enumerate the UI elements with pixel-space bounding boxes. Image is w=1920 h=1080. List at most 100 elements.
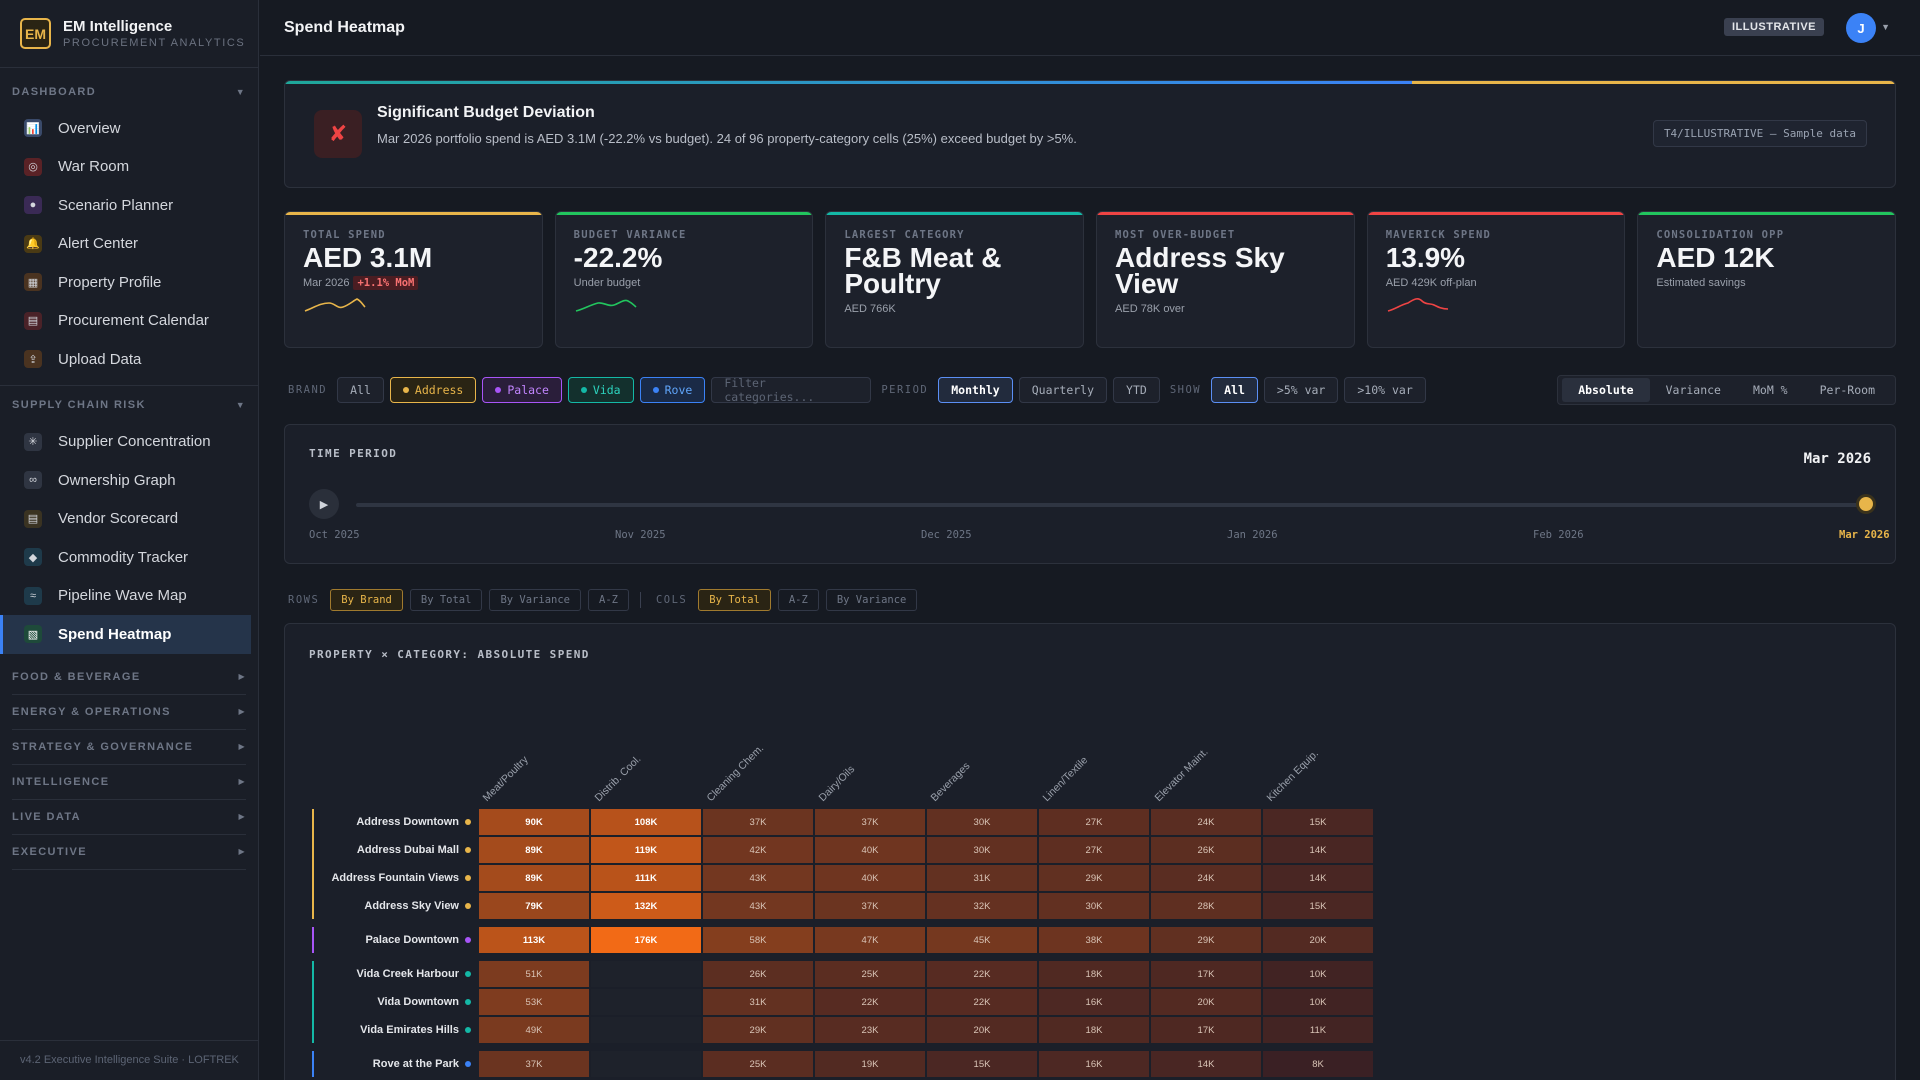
timeline-tick[interactable]: Nov 2025 — [615, 529, 666, 541]
heatmap-cell[interactable]: 58K — [703, 927, 813, 953]
heatmap-cell[interactable]: 10K — [1263, 989, 1373, 1015]
heatmap-cell[interactable]: 30K — [927, 837, 1037, 863]
brand-filter-rove[interactable]: Rove — [639, 377, 706, 403]
heatmap-cell[interactable]: 15K — [1263, 893, 1373, 919]
heatmap-cell[interactable]: 30K — [927, 809, 1037, 835]
sidebar-item-procurement-calendar[interactable]: ▤ Procurement Calendar — [0, 302, 258, 341]
heatmap-cell[interactable]: 79K — [479, 893, 589, 919]
heatmap-cell[interactable]: 47K — [815, 927, 925, 953]
section-food-beverage[interactable]: FOOD & BEVERAGE ▶ — [12, 660, 246, 695]
view-mode-per-room[interactable]: Per-Room — [1804, 378, 1891, 402]
heatmap-cell[interactable]: 17K — [1151, 961, 1261, 987]
heatmap-cell[interactable] — [591, 961, 701, 987]
heatmap-cell[interactable]: 119K — [591, 837, 701, 863]
cols-sort-1[interactable]: A-Z — [777, 589, 819, 611]
category-filter-input[interactable]: Filter categories... — [711, 376, 872, 404]
rows-sort-0[interactable]: By Brand — [330, 589, 403, 611]
brand-filter-vida[interactable]: Vida — [567, 377, 634, 403]
timeline-slider-track[interactable] — [356, 503, 1868, 507]
heatmap-cell[interactable]: 14K — [1263, 865, 1373, 891]
heatmap-cell[interactable]: 27K — [1039, 837, 1149, 863]
show-filter-0[interactable]: All — [1211, 377, 1258, 403]
heatmap-cell[interactable]: 37K — [479, 1051, 589, 1077]
timeline-tick[interactable]: Oct 2025 — [309, 529, 360, 541]
sidebar-item-commodity-tracker[interactable]: ◆ Commodity Tracker — [0, 538, 258, 577]
row-label[interactable]: Address Downtown — [321, 809, 471, 835]
sidebar-item-scenario-planner[interactable]: ● Scenario Planner — [0, 186, 258, 225]
heatmap-cell[interactable]: 29K — [703, 1017, 813, 1043]
kpi-card-largest-category[interactable]: LARGEST CATEGORY F&B Meat & Poultry AED 76… — [825, 211, 1085, 348]
kpi-card-total-spend[interactable]: TOTAL SPEND AED 3.1M Mar 2026 +1.1% MoM — [284, 211, 543, 348]
heatmap-cell[interactable] — [591, 1017, 701, 1043]
heatmap-cell[interactable]: 23K — [815, 1017, 925, 1043]
sidebar-item-supplier-concentration[interactable]: ✳ Supplier Concentration — [0, 423, 258, 462]
timeline-tick[interactable]: Dec 2025 — [921, 529, 972, 541]
heatmap-cell[interactable]: 19K — [815, 1051, 925, 1077]
sidebar-item-overview[interactable]: 📊 Overview — [0, 109, 258, 148]
sidebar-item-upload-data[interactable]: ⇪ Upload Data — [0, 340, 258, 379]
heatmap-cell[interactable]: 14K — [1263, 837, 1373, 863]
section-strategy-governance[interactable]: STRATEGY & GOVERNANCE ▶ — [12, 730, 246, 765]
heatmap-cell[interactable]: 90K — [479, 809, 589, 835]
heatmap-cell[interactable]: 89K — [479, 837, 589, 863]
section-live-data[interactable]: LIVE DATA ▶ — [12, 800, 246, 835]
heatmap-cell[interactable]: 176K — [591, 927, 701, 953]
heatmap-cell[interactable]: 40K — [815, 865, 925, 891]
section-supply-chain[interactable]: SUPPLY CHAIN RISK ▼ — [0, 388, 258, 423]
show-filter-1[interactable]: >5% var — [1263, 377, 1339, 403]
heatmap-cell[interactable]: 24K — [1151, 865, 1261, 891]
cols-sort-0[interactable]: By Total — [698, 589, 771, 611]
kpi-card-maverick-spend[interactable]: MAVERICK SPEND 13.9% AED 429K off-plan — [1366, 211, 1626, 348]
heatmap-cell[interactable]: 37K — [703, 809, 813, 835]
row-label[interactable]: Palace Downtown — [321, 927, 471, 953]
heatmap-cell[interactable]: 113K — [479, 927, 589, 953]
kpi-card-budget-variance[interactable]: BUDGET VARIANCE -22.2% Under budget — [554, 211, 814, 348]
rows-sort-3[interactable]: A-Z — [588, 589, 629, 611]
heatmap-cell[interactable] — [591, 989, 701, 1015]
timeline-tick[interactable]: Mar 2026 — [1839, 529, 1890, 541]
heatmap-cell[interactable]: 29K — [1039, 865, 1149, 891]
period-monthly[interactable]: Monthly — [938, 377, 1013, 403]
heatmap-cell[interactable] — [591, 1051, 701, 1077]
rows-sort-1[interactable]: By Total — [409, 589, 483, 611]
avatar[interactable]: J — [1846, 13, 1876, 43]
heatmap-cell[interactable]: 108K — [591, 809, 701, 835]
heatmap-cell[interactable]: 28K — [1151, 893, 1261, 919]
sidebar-item-spend-heatmap[interactable]: ▧ Spend Heatmap — [0, 615, 251, 654]
heatmap-cell[interactable]: 49K — [479, 1017, 589, 1043]
heatmap-cell[interactable]: 18K — [1039, 961, 1149, 987]
timeline-tick[interactable]: Jan 2026 — [1227, 529, 1278, 541]
chevron-down-icon[interactable]: ▼ — [1881, 22, 1890, 32]
heatmap-cell[interactable]: 16K — [1039, 1051, 1149, 1077]
sidebar-item-war-room[interactable]: ◎ War Room — [0, 148, 258, 187]
heatmap-cell[interactable]: 53K — [479, 989, 589, 1015]
heatmap-cell[interactable]: 18K — [1039, 1017, 1149, 1043]
kpi-card-consolidation-opp[interactable]: CONSOLIDATION OPP AED 12K Estimated saving… — [1637, 211, 1897, 348]
heatmap-cell[interactable]: 20K — [1151, 989, 1261, 1015]
heatmap-cell[interactable]: 43K — [703, 893, 813, 919]
show-filter-2[interactable]: >10% var — [1344, 377, 1426, 403]
rows-sort-2[interactable]: By Variance — [489, 589, 581, 611]
row-label[interactable]: Rove at the Park — [321, 1051, 471, 1077]
heatmap-cell[interactable]: 25K — [703, 1051, 813, 1077]
sidebar-item-alert-center[interactable]: 🔔 Alert Center — [0, 225, 258, 264]
row-label[interactable]: Vida Downtown — [321, 989, 471, 1015]
heatmap-cell[interactable]: 132K — [591, 893, 701, 919]
heatmap-cell[interactable]: 29K — [1151, 927, 1261, 953]
heatmap-cell[interactable]: 10K — [1263, 961, 1373, 987]
heatmap-cell[interactable]: 27K — [1039, 809, 1149, 835]
heatmap-cell[interactable]: 14K — [1151, 1051, 1261, 1077]
heatmap-cell[interactable]: 11K — [1263, 1017, 1373, 1043]
view-mode-mom-[interactable]: MoM % — [1737, 378, 1804, 402]
heatmap-cell[interactable]: 22K — [927, 989, 1037, 1015]
row-label[interactable]: Vida Emirates Hills — [321, 1017, 471, 1043]
view-mode-variance[interactable]: Variance — [1650, 378, 1737, 402]
timeline-slider-thumb[interactable] — [1859, 497, 1873, 511]
heatmap-cell[interactable]: 89K — [479, 865, 589, 891]
heatmap-cell[interactable]: 111K — [591, 865, 701, 891]
row-label[interactable]: Address Dubai Mall — [321, 837, 471, 863]
section-dashboard[interactable]: DASHBOARD ▼ — [0, 74, 258, 109]
sidebar-item-property-profile[interactable]: ▦ Property Profile — [0, 263, 258, 302]
heatmap-cell[interactable]: 16K — [1039, 989, 1149, 1015]
heatmap-cell[interactable]: 22K — [815, 989, 925, 1015]
